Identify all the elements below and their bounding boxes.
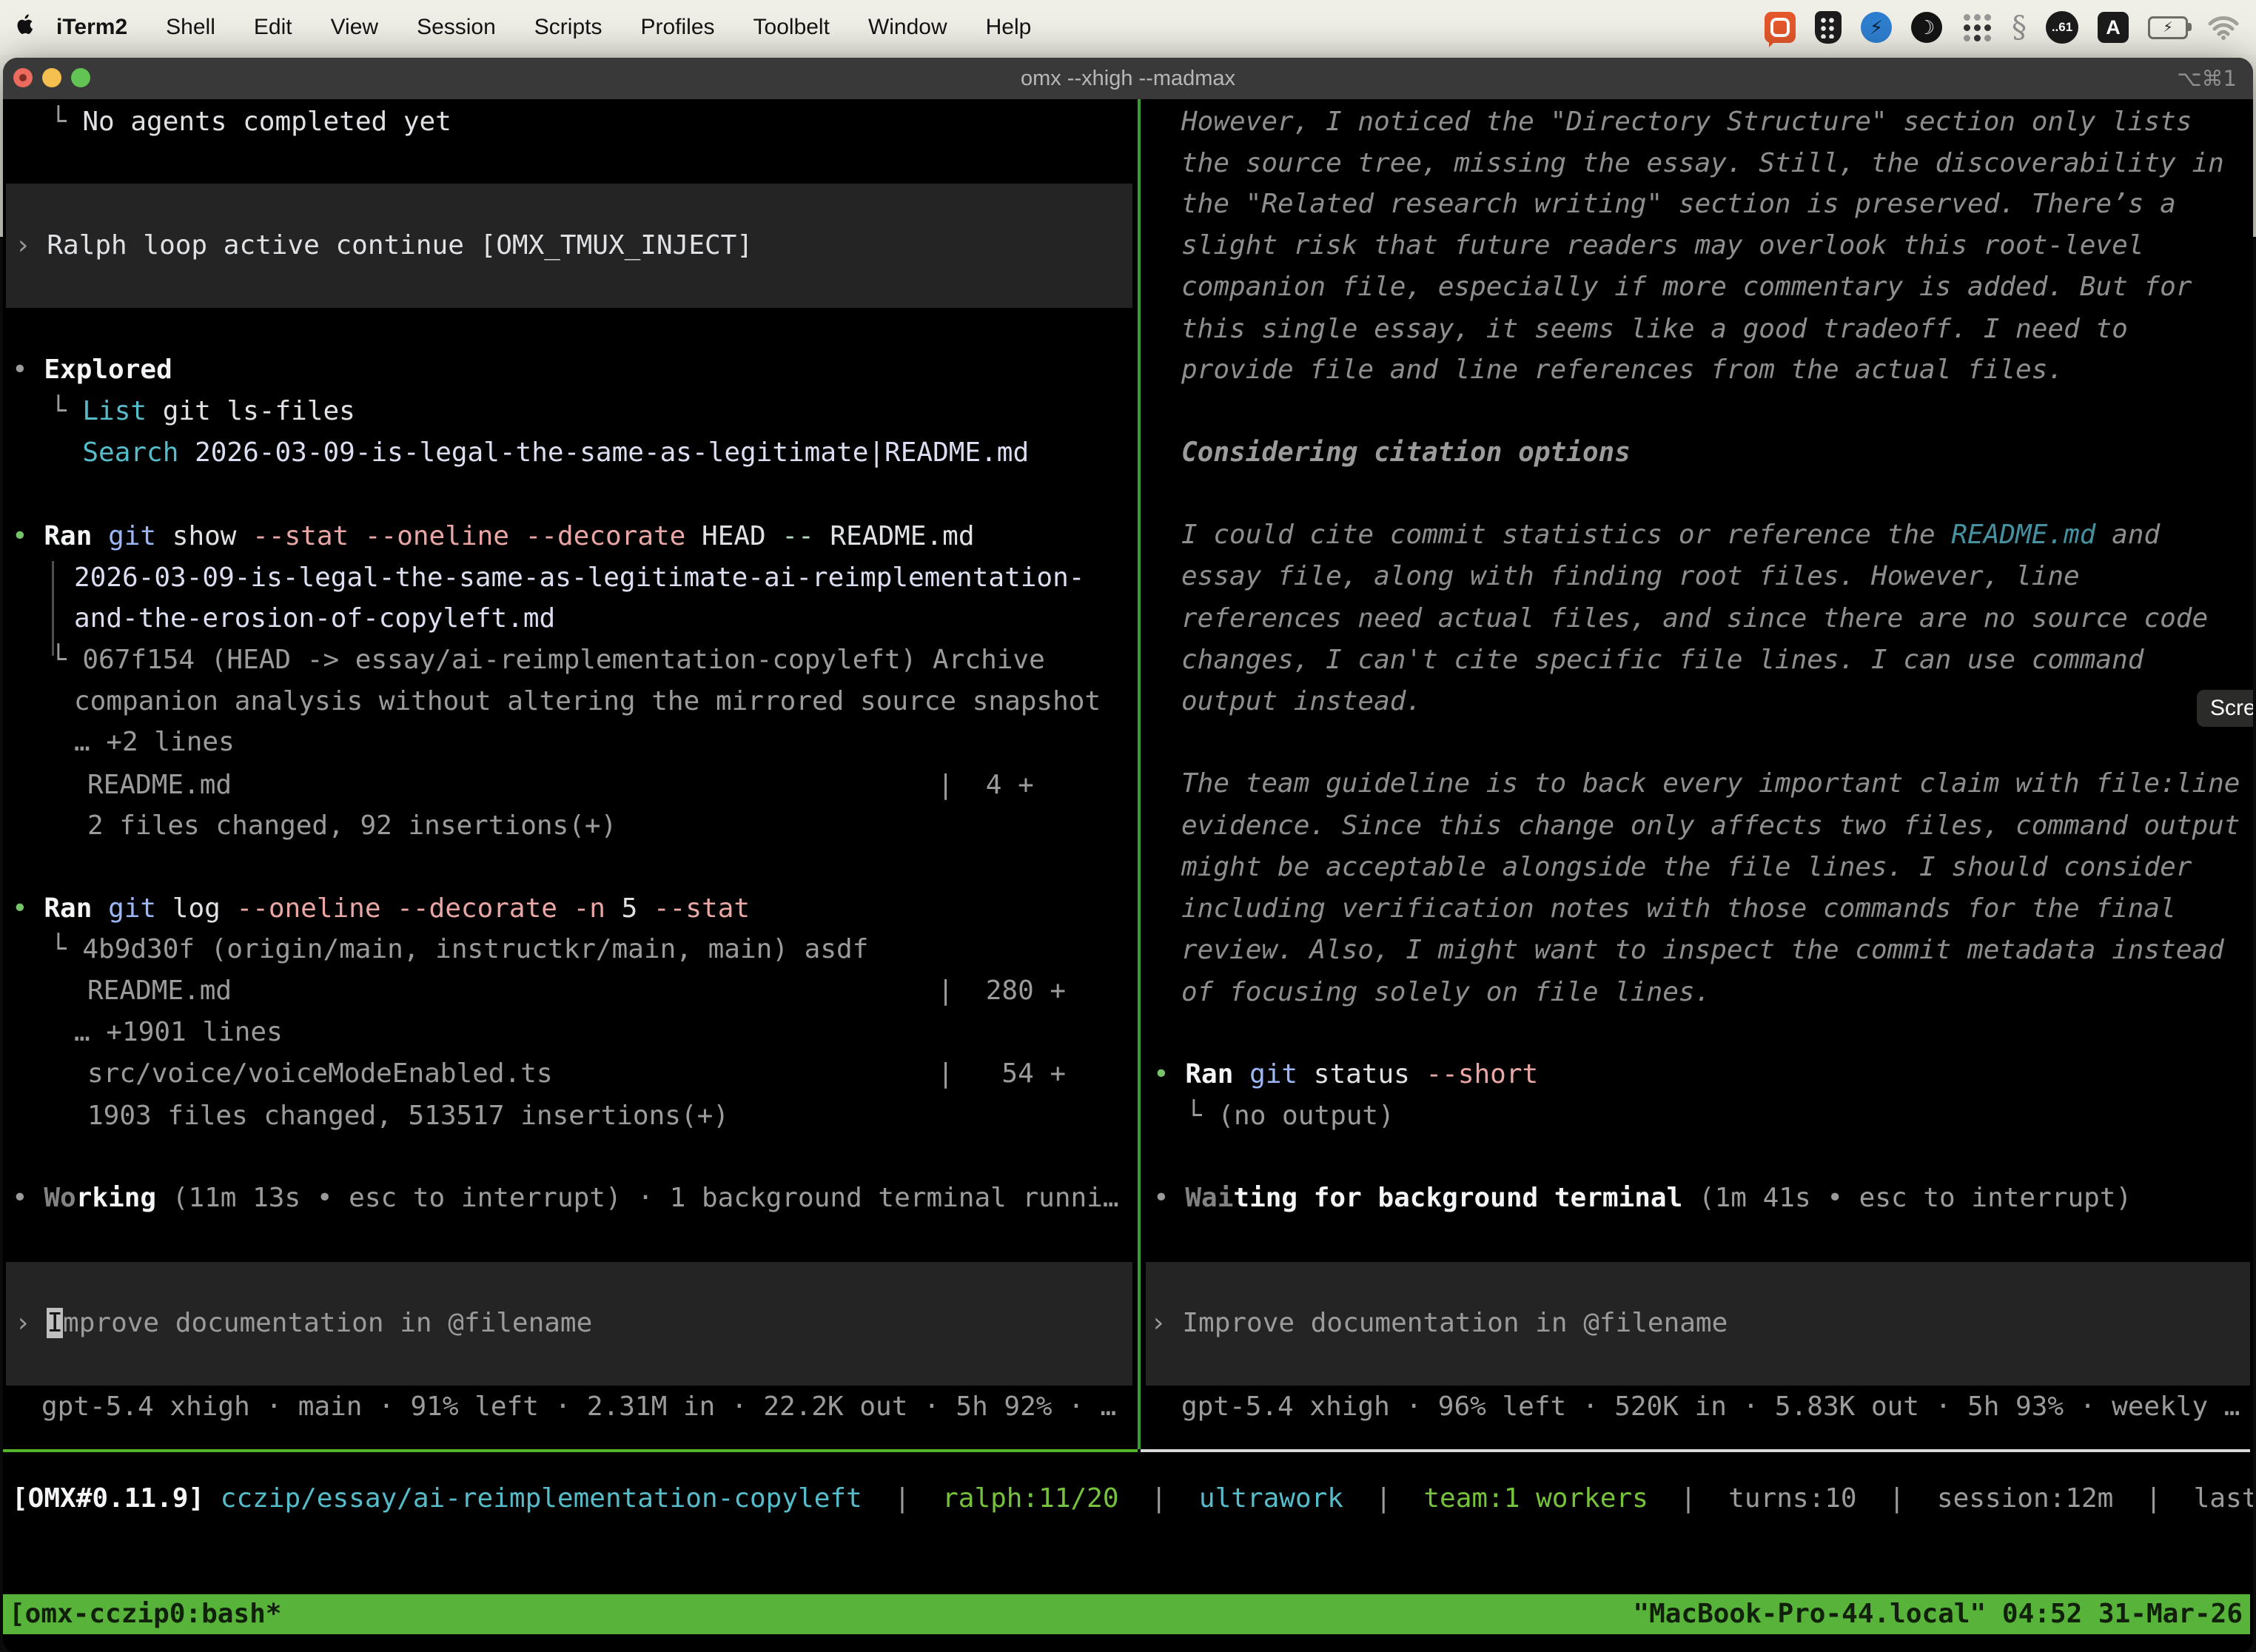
battery-icon[interactable]: ⚡ [2148,16,2188,39]
pane-divider-vertical[interactable] [1138,99,1141,1449]
right-pane-bottom-border [1141,1449,2250,1452]
terminal-line: evidence. Since this change only affects… [1181,805,2240,847]
terminal-line: └ List git ls-files [50,391,355,432]
terminal-line: └ 4b9d30f (origin/main, instructkr/main,… [50,929,868,970]
screen-tooltip: Scre [2197,690,2253,727]
dots-grid-icon[interactable] [1961,12,1993,43]
terminal-line: 2 files changed, 92 insertions(+) [87,805,617,847]
screen-tooltip-text: Scre [2210,696,2253,720]
terminal-line: the source tree, missing the essay. Stil… [1181,143,2224,184]
menu-item-toolbelt[interactable]: Toolbelt [734,15,849,40]
terminal-line: essay file, along with finding root file… [1181,556,2080,597]
menu-items: iTerm2ShellEditViewSessionScriptsProfile… [52,15,1050,40]
battery-percent-badge[interactable]: ..61 [2046,11,2078,44]
terminal-line: the "Related research writing" section i… [1181,184,2176,225]
menu-item-scripts[interactable]: Scripts [515,15,622,40]
terminal-line: • Working (11m 13s • esc to interrupt) ·… [12,1178,1119,1219]
terminal-line: 2026-03-09-is-legal-the-same-as-legitima… [74,557,1084,599]
menu-item-help[interactable]: Help [967,15,1051,40]
menu-item-session[interactable]: Session [397,15,515,40]
terminal-line: • Ran git show --stat --oneline --decora… [12,516,975,557]
terminal-line: └ No agents completed yet [50,101,451,143]
terminal-line: review. Also, I might want to inspect th… [1181,930,2224,971]
blue-bolt-icon[interactable]: ⚡ [1861,12,1892,43]
menu-item-profiles[interactable]: Profiles [621,15,733,40]
terminal-line: references need actual files, and since … [1181,598,2208,639]
terminal-line: companion file, especially if more comme… [1181,266,2192,308]
moon-glyph: ☾ [1918,16,1935,39]
wifi-icon[interactable] [2207,15,2240,40]
terminal-line: and-the-erosion-of-copyleft.md [74,598,555,639]
menu-item-shell[interactable]: Shell [147,15,235,40]
section-glyph-icon[interactable]: § [2012,10,2027,44]
input-source-a[interactable]: A [2098,12,2129,43]
chat-badge-icon[interactable] [1765,12,1796,43]
terminal-line: gpt-5.4 xhigh · 96% left · 520K in · 5.8… [1181,1386,2240,1428]
terminal-line: including verification notes with those … [1181,888,2176,930]
terminal-line: • Ran git status --short [1153,1054,1538,1095]
tmux-status-bar: [omx-cczip0:bash* "MacBook-Pro-44.local"… [3,1594,2250,1634]
terminal-line: Search 2026-03-09-is-legal-the-same-as-l… [50,432,1029,474]
left-pane-bottom-border [3,1449,1138,1452]
terminal-line: gpt-5.4 xhigh · main · 91% left · 2.31M … [41,1386,1116,1428]
terminal-line: › Improve documentation in @filename [15,1303,592,1344]
terminal-line: of focusing solely on file lines. [1181,972,1711,1013]
terminal-line: › Improve documentation in @filename [1150,1303,1728,1344]
menu-status-icons: ⚡ ☾ § ..61 A ⚡ [1765,10,2256,44]
terminal-line: • Explored [12,349,172,391]
terminal-line: Considering citation options [1181,432,1631,474]
terminal-line: slight risk that future readers may over… [1181,225,2143,266]
terminal-line: provide file and line references from th… [1181,349,2064,391]
terminal-line: companion analysis without altering the … [74,681,1101,722]
terminal-line: … +1901 lines [74,1012,283,1053]
bolt-glyph: ⚡ [1870,16,1883,39]
terminal-layer: [omx-cczip0:bash* "MacBook-Pro-44.local"… [3,58,2253,1652]
terminal-line: • Ran git log --oneline --decorate -n 5 … [12,888,750,930]
terminal-line: • Waiting for background terminal (1m 41… [1153,1178,2132,1219]
menu-item-edit[interactable]: Edit [235,15,312,40]
iterm2-window: omx --xhigh --madmax ⌥⌘1 [omx-cczip0:bas… [3,58,2253,1652]
terminal-line: The team guideline is to back every impo… [1181,763,2240,805]
terminal-line: … +2 lines [74,722,235,763]
terminal-line: output instead. [1181,681,1422,722]
terminal-line: › Ralph loop active continue [OMX_TMUX_I… [15,225,753,266]
terminal-line: [OMX#0.11.9] cczip/essay/ai-reimplementa… [12,1478,2253,1520]
menu-item-iterm2[interactable]: iTerm2 [52,15,147,40]
menu-item-window[interactable]: Window [849,15,967,40]
menu-item-view[interactable]: View [312,15,397,40]
shield-grid-icon[interactable] [1815,11,1842,44]
terminal-line: this single essay, it seems like a good … [1181,309,2128,350]
terminal-line: However, I noticed the "Directory Struct… [1181,101,2192,143]
terminal-line: changes, I can't cite specific file line… [1181,639,2143,681]
terminal-line: I could cite commit statistics or refere… [1181,514,2160,556]
apple-menu[interactable] [0,11,52,44]
terminal-line: README.md | 4 + [87,765,1034,806]
terminal-line: └ 067f154 (HEAD -> essay/ai-reimplementa… [50,639,1045,681]
macos-menu-bar: iTerm2ShellEditViewSessionScriptsProfile… [0,0,2256,55]
terminal-line: src/voice/voiceModeEnabled.ts | 54 + [87,1053,1066,1095]
terminal-line: 1903 files changed, 513517 insertions(+) [87,1095,729,1137]
moon-circle-icon[interactable]: ☾ [1911,12,1942,43]
terminal-line: might be acceptable alongside the file l… [1181,847,2192,888]
terminal-line: └ (no output) [1186,1095,1394,1137]
tmux-host-clock: "MacBook-Pro-44.local" 04:52 31-Mar-26 [1633,1594,2243,1634]
terminal-line: README.md | 280 + [87,970,1066,1012]
apple-logo-icon [15,11,37,44]
tmux-session-label: [omx-cczip0:bash* [9,1594,281,1634]
